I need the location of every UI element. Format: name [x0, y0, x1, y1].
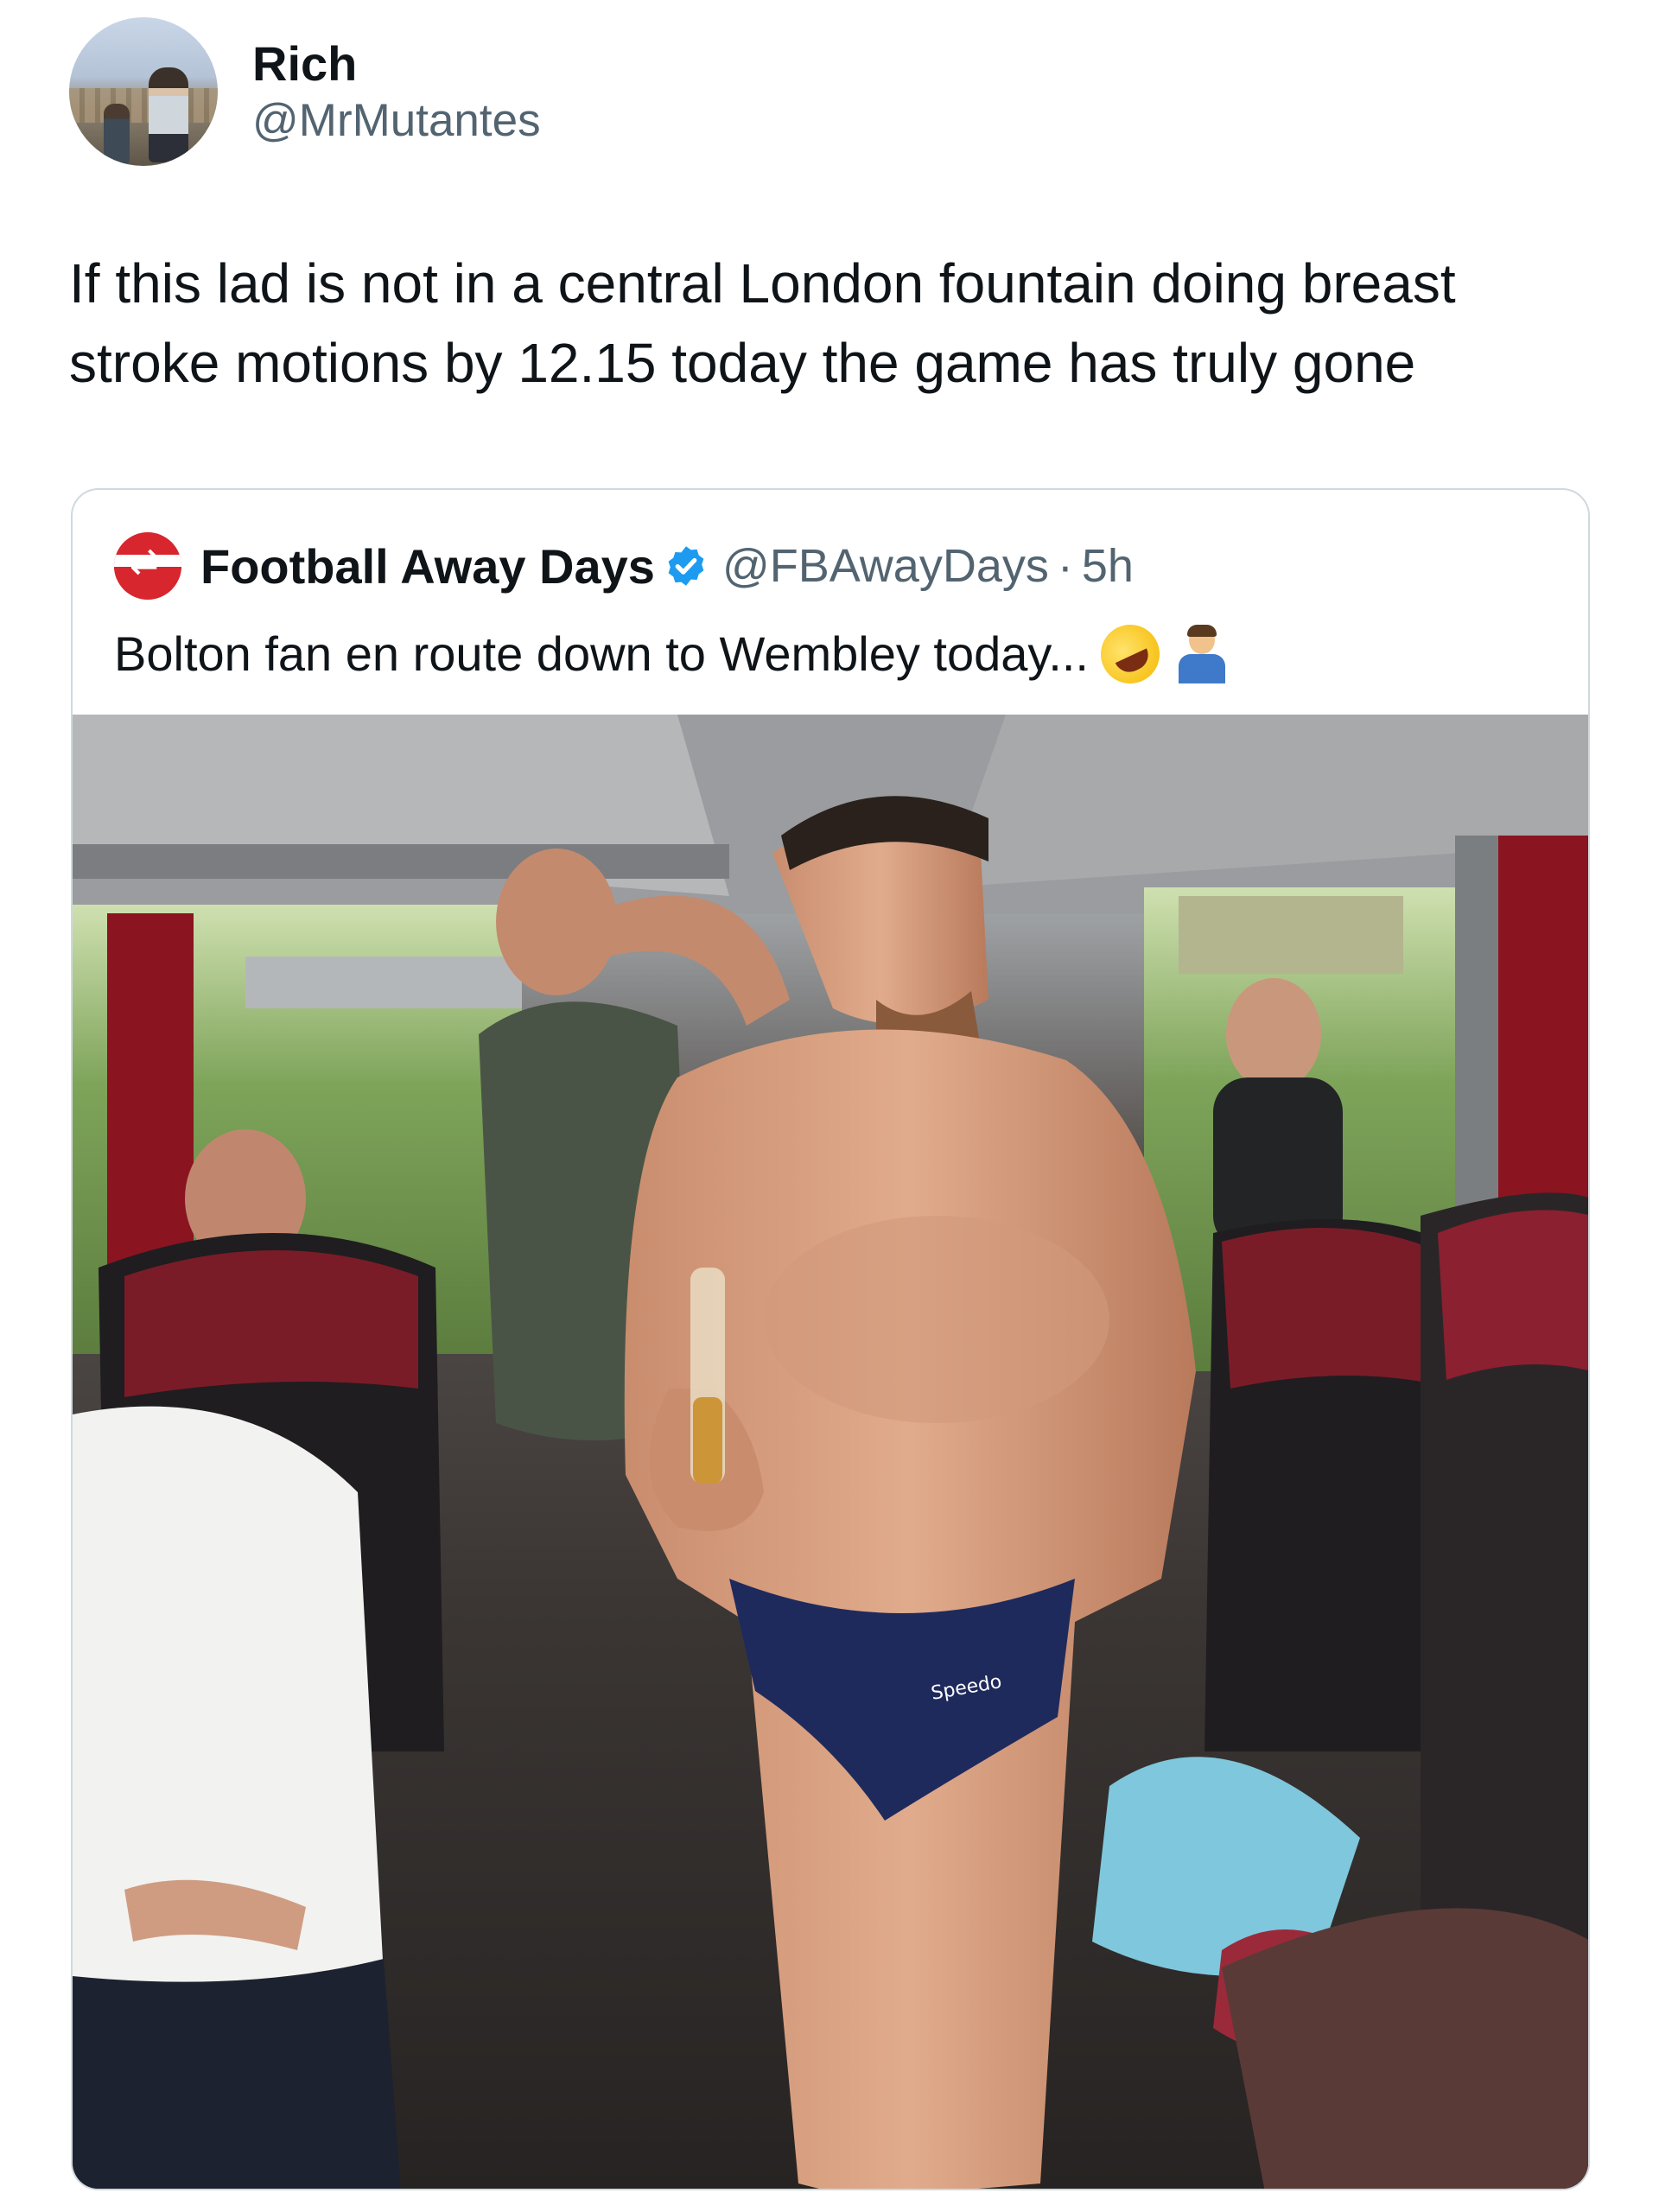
passenger-background-right — [1226, 978, 1321, 1090]
tweet-header: Rich @MrMutantes — [69, 16, 541, 167]
quoted-tweet-text: Bolton fan en route down to Wembley toda… — [114, 626, 1089, 681]
avatar-person — [149, 67, 188, 162]
quoted-tweet-text-row: Bolton fan en route down to Wembley toda… — [114, 614, 1230, 694]
quoted-author-handle[interactable]: @FBAwayDays — [722, 539, 1049, 593]
verified-badge-icon — [668, 546, 704, 586]
author-avatar[interactable] — [69, 16, 218, 166]
tweet-text: If this lad is not in a central London f… — [69, 252, 1456, 394]
main-subject: Speedo — [624, 796, 1196, 2189]
man-shrugging-emoji — [1172, 625, 1230, 683]
quoted-author-avatar[interactable]: ⇄ — [114, 532, 181, 600]
avatar-background-person — [104, 103, 130, 164]
avatar-background-ruins — [69, 87, 218, 123]
quoted-tweet-photo[interactable]: Speedo — [73, 715, 1588, 2189]
quoted-tweet-card[interactable]: ⇄ Football Away Days @FBAwayDays · 5h Bo… — [71, 488, 1590, 2190]
quoted-tweet-timestamp[interactable]: 5h — [1082, 539, 1134, 593]
bus-interior-scene: Speedo — [73, 715, 1588, 2189]
quoted-author-display-name[interactable]: Football Away Days — [200, 538, 655, 594]
author-display-name[interactable]: Rich — [252, 35, 541, 93]
quoted-tweet-header: ⇄ Football Away Days @FBAwayDays · 5h — [114, 531, 1134, 601]
rail-arrows-icon: ⇄ — [130, 543, 159, 581]
rolling-on-floor-laughing-emoji — [1090, 614, 1170, 694]
author-handle[interactable]: @MrMutantes — [252, 93, 541, 149]
author-names: Rich @MrMutantes — [252, 35, 541, 149]
dot-separator: · — [1057, 540, 1073, 592]
seat-back-foreground-right — [1222, 1908, 1588, 2189]
